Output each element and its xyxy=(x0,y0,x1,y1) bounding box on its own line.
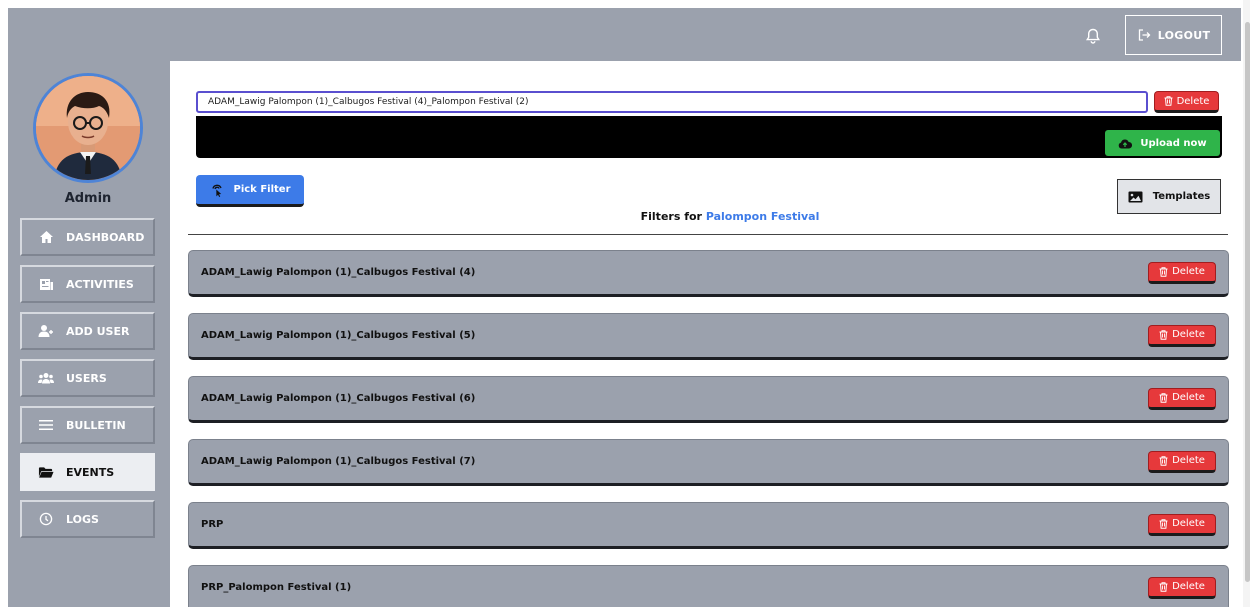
pick-filter-button[interactable]: Pick Filter xyxy=(196,175,304,207)
filter-row[interactable]: ADAM_Lawig Palompon (1)_Calbugos Festiva… xyxy=(188,439,1229,486)
filters-heading-prefix: Filters for xyxy=(640,210,706,223)
top-bar: LOGOUT xyxy=(8,8,1241,62)
delete-upload-button[interactable]: Delete xyxy=(1154,91,1219,113)
logout-arrow-icon xyxy=(1138,29,1151,41)
logout-button[interactable]: LOGOUT xyxy=(1125,15,1222,55)
user-plus-icon xyxy=(38,323,54,339)
delete-label: Delete xyxy=(1172,329,1205,340)
pick-filter-label: Pick Filter xyxy=(233,184,291,195)
sidebar-item-dashboard[interactable]: DASHBOARD xyxy=(20,218,155,256)
upload-now-button[interactable]: Upload now xyxy=(1105,130,1220,156)
filter-row[interactable]: ADAM_Lawig Palompon (1)_Calbugos Festiva… xyxy=(188,250,1229,297)
filter-delete-button[interactable]: Delete xyxy=(1148,513,1216,536)
section-divider xyxy=(188,234,1228,235)
folder-icon xyxy=(38,464,54,480)
filter-name: ADAM_Lawig Palompon (1)_Calbugos Festiva… xyxy=(201,330,476,341)
sidebar-item-logs[interactable]: LOGS xyxy=(20,500,155,538)
filter-delete-button[interactable]: Delete xyxy=(1148,450,1216,473)
pointer-icon xyxy=(211,184,222,197)
filter-row[interactable]: ADAM_Lawig Palompon (1)_Calbugos Festiva… xyxy=(188,376,1229,423)
delete-label: Delete xyxy=(1172,266,1205,277)
sidebar-item-label: DASHBOARD xyxy=(66,230,145,244)
filename-input[interactable] xyxy=(196,91,1148,113)
sidebar-item-label: EVENTS xyxy=(66,465,115,479)
delete-label: Delete xyxy=(1172,518,1205,529)
app-shell: LOGOUT Admin DASHBOARD ACTIVITIES ADD US… xyxy=(8,8,1241,607)
filters-heading: Filters for Palompon Festival xyxy=(470,210,990,223)
filter-name: PRP_Palompon Festival (1) xyxy=(201,582,352,593)
sidebar-item-events[interactable]: EVENTS xyxy=(20,453,155,491)
trash-icon xyxy=(1159,518,1168,529)
delete-label: Delete xyxy=(1172,455,1205,466)
trash-icon xyxy=(1159,266,1168,277)
user-name: Admin xyxy=(64,191,112,206)
upload-preview-bar xyxy=(196,116,1222,158)
filter-list: ADAM_Lawig Palompon (1)_Calbugos Festiva… xyxy=(188,250,1229,607)
filter-name: PRP xyxy=(201,519,224,530)
sidebar-item-add-user[interactable]: ADD USER xyxy=(20,312,155,350)
sidebar-item-label: USERS xyxy=(66,371,107,385)
filter-row[interactable]: PRP Delete xyxy=(188,502,1229,549)
main-panel: Delete Upload now Pick Filter Templates … xyxy=(170,61,1241,607)
sidebar-nav: DASHBOARD ACTIVITIES ADD USER USERS BULL… xyxy=(20,218,155,547)
filter-delete-button[interactable]: Delete xyxy=(1148,261,1216,284)
upload-label: Upload now xyxy=(1140,137,1207,149)
home-icon xyxy=(38,229,54,245)
filter-delete-button[interactable]: Delete xyxy=(1148,387,1216,410)
avatar xyxy=(33,73,143,183)
trash-icon xyxy=(1159,581,1168,592)
filter-row[interactable]: ADAM_Lawig Palompon (1)_Calbugos Festiva… xyxy=(188,313,1229,360)
filter-name: ADAM_Lawig Palompon (1)_Calbugos Festiva… xyxy=(201,456,476,467)
sidebar-item-label: ACTIVITIES xyxy=(66,277,134,291)
bell-icon[interactable] xyxy=(1081,24,1105,48)
delete-label: Delete xyxy=(1172,392,1205,403)
delete-label: Delete xyxy=(1176,95,1210,107)
trash-icon xyxy=(1159,329,1168,340)
trash-icon xyxy=(1159,455,1168,466)
avatar-illustration xyxy=(36,76,140,180)
sidebar-item-activities[interactable]: ACTIVITIES xyxy=(20,265,155,303)
clock-icon xyxy=(38,511,54,527)
sidebar-item-label: BULLETIN xyxy=(66,418,126,432)
filter-row[interactable]: PRP_Palompon Festival (1) Delete xyxy=(188,565,1229,607)
sidebar-item-label: ADD USER xyxy=(66,324,130,338)
bell-icon-glyph xyxy=(1086,28,1100,44)
filters-heading-event: Palompon Festival xyxy=(705,210,820,223)
newspaper-icon xyxy=(38,276,54,292)
templates-label: Templates xyxy=(1152,191,1211,202)
sidebar-item-users[interactable]: USERS xyxy=(20,359,155,397)
filter-name: ADAM_Lawig Palompon (1)_Calbugos Festiva… xyxy=(201,393,476,404)
sidebar-item-label: LOGS xyxy=(66,512,99,526)
sidebar-item-bulletin[interactable]: BULLETIN xyxy=(20,406,155,444)
image-icon xyxy=(1128,191,1143,202)
filter-delete-button[interactable]: Delete xyxy=(1148,576,1216,599)
logout-label: LOGOUT xyxy=(1157,28,1211,42)
trash-icon xyxy=(1159,392,1168,403)
bars-icon xyxy=(38,417,54,433)
users-icon xyxy=(38,370,54,386)
trash-icon xyxy=(1164,96,1173,106)
filter-name: ADAM_Lawig Palompon (1)_Calbugos Festiva… xyxy=(201,267,476,278)
templates-button[interactable]: Templates xyxy=(1117,179,1221,214)
delete-label: Delete xyxy=(1172,581,1205,592)
filter-delete-button[interactable]: Delete xyxy=(1148,324,1216,347)
cloud-upload-icon xyxy=(1119,139,1133,148)
page-scrollbar-thumb[interactable] xyxy=(1245,22,1250,582)
